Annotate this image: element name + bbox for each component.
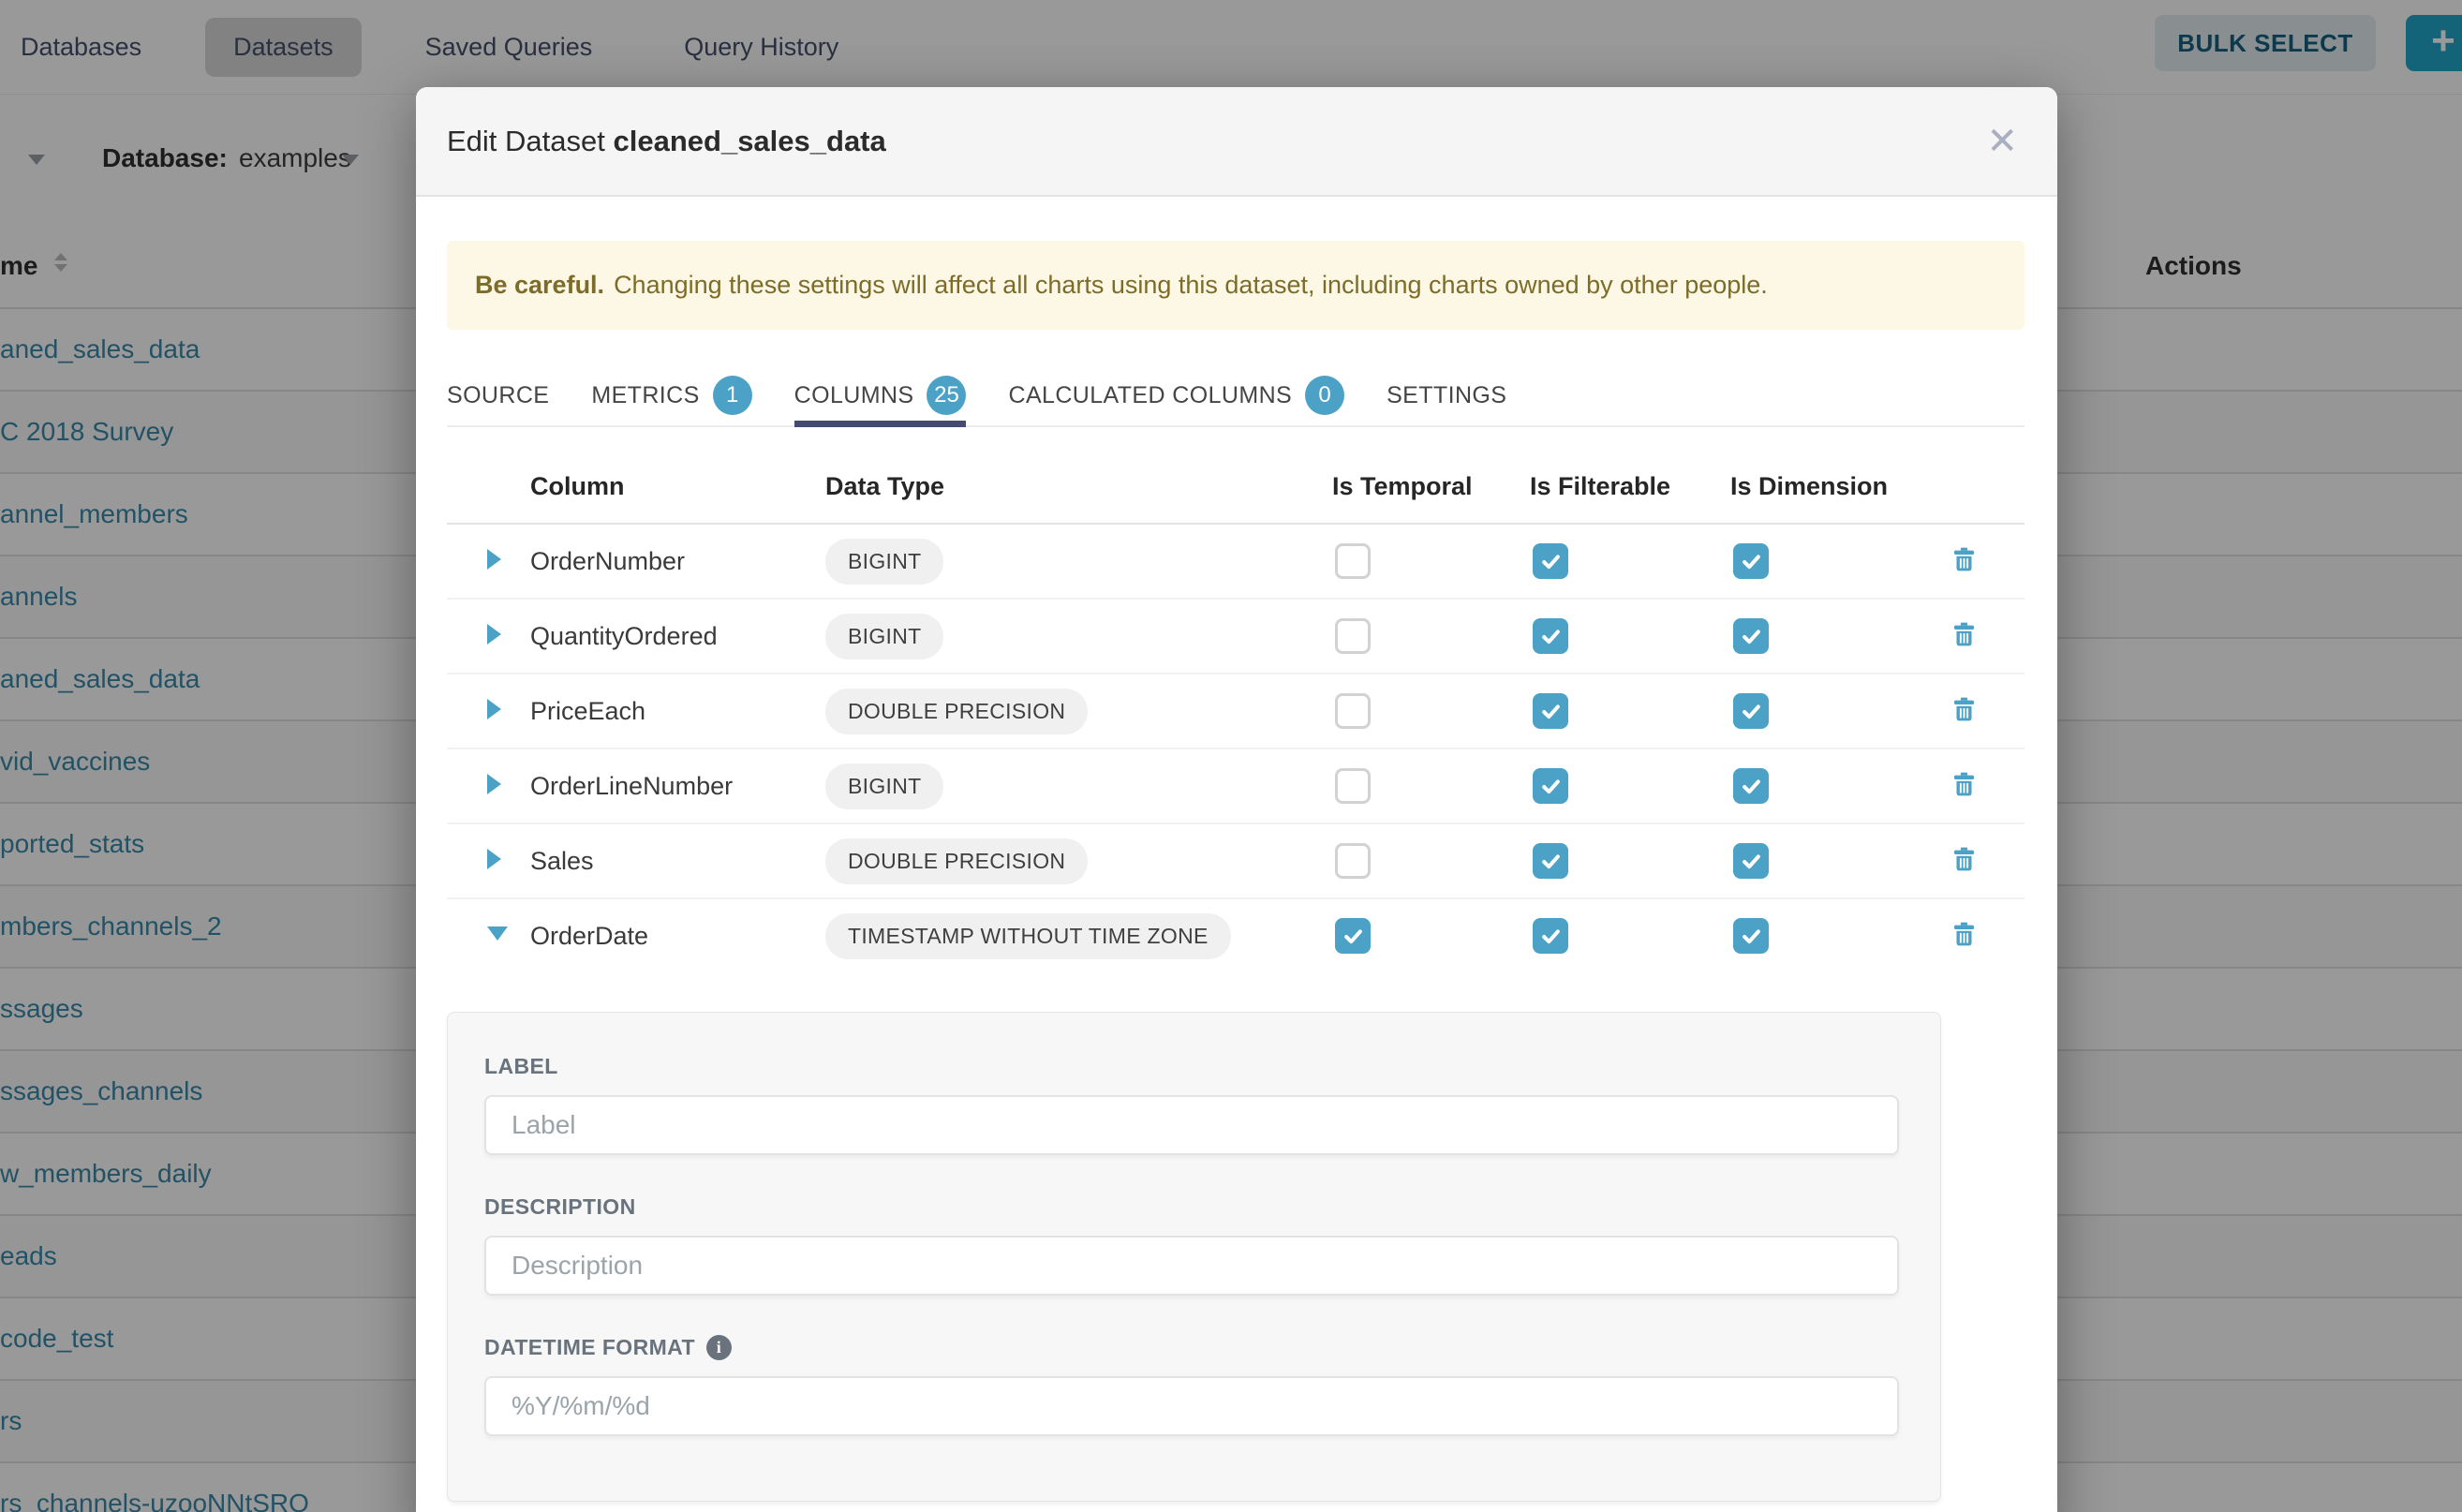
warning-banner: Be careful. Changing these settings will… [447, 241, 2024, 330]
data-type-pill: BIGINT [825, 539, 943, 585]
info-icon[interactable]: i [706, 1335, 732, 1360]
page: Databases Datasets Saved Queries Query H… [0, 0, 2462, 1512]
tab-label: CALCULATED COLUMNS [1008, 382, 1292, 409]
delete-column-button[interactable] [1931, 772, 2024, 801]
column-row: PriceEachDOUBLE PRECISION [447, 674, 2024, 749]
tab-columns[interactable]: COLUMNS 25 [794, 365, 967, 425]
delete-column-button[interactable] [1931, 922, 2024, 951]
trash-icon [1954, 772, 1974, 796]
is-dimension-checkbox[interactable] [1733, 768, 1769, 804]
tab-source[interactable]: SOURCE [447, 365, 549, 425]
modal-title-prefix: Edit Dataset [447, 125, 605, 157]
modal-title-dataset-name: cleaned_sales_data [614, 125, 886, 157]
is-filterable-checkbox[interactable] [1533, 543, 1568, 579]
data-type-pill: BIGINT [825, 763, 943, 809]
column-header: Column [530, 472, 825, 501]
modal-tabs: SOURCE METRICS 1 COLUMNS 25 CALCULATED C… [447, 365, 2024, 427]
datetime-format-input[interactable] [484, 1376, 1899, 1436]
tab-label: SOURCE [447, 382, 549, 409]
is-dimension-checkbox[interactable] [1733, 618, 1769, 654]
column-name: QuantityOrdered [530, 622, 825, 651]
collapse-caret-icon[interactable] [487, 926, 508, 941]
data-type-pill: DOUBLE PRECISION [825, 838, 1088, 884]
column-row: OrderNumberBIGINT [447, 525, 2024, 600]
datetime-format-field-label: DATETIME FORMAT i [484, 1335, 1899, 1360]
is-temporal-checkbox[interactable] [1335, 693, 1371, 729]
modal-title: Edit Dataset cleaned_sales_data [447, 125, 886, 158]
description-field-label: DESCRIPTION [484, 1194, 1899, 1220]
trash-icon [1954, 622, 1974, 646]
tab-label: COLUMNS [794, 382, 914, 409]
column-row: OrderDateTIMESTAMP WITHOUT TIME ZONE [447, 899, 2024, 972]
is-filterable-checkbox[interactable] [1533, 693, 1568, 729]
expand-caret-icon[interactable] [487, 699, 501, 719]
tab-settings[interactable]: SETTINGS [1387, 365, 1506, 425]
is-filterable-header: Is Filterable [1530, 472, 1730, 501]
is-temporal-header: Is Temporal [1332, 472, 1530, 501]
column-editor-panel: LABEL DESCRIPTION DATETIME FORMAT i [447, 1012, 1941, 1502]
warning-text: Changing these settings will affect all … [614, 271, 1768, 300]
column-name: PriceEach [530, 697, 825, 726]
expand-caret-icon[interactable] [487, 549, 501, 570]
is-filterable-checkbox[interactable] [1533, 918, 1568, 954]
is-dimension-checkbox[interactable] [1733, 918, 1769, 954]
label-field-label: LABEL [484, 1054, 1899, 1079]
edit-dataset-modal: Edit Dataset cleaned_sales_data ✕ Be car… [416, 87, 2057, 1512]
columns-table-header: Column Data Type Is Temporal Is Filterab… [447, 450, 2024, 525]
delete-column-button[interactable] [1931, 697, 2024, 726]
description-input[interactable] [484, 1236, 1899, 1296]
is-dimension-checkbox[interactable] [1733, 693, 1769, 729]
calculated-columns-count-badge: 0 [1305, 376, 1344, 415]
data-type-header: Data Type [825, 472, 1332, 501]
is-filterable-checkbox[interactable] [1533, 618, 1568, 654]
tab-calculated-columns[interactable]: CALCULATED COLUMNS 0 [1008, 365, 1344, 425]
data-type-pill: TIMESTAMP WITHOUT TIME ZONE [825, 913, 1231, 959]
column-row: QuantityOrderedBIGINT [447, 600, 2024, 674]
is-temporal-checkbox[interactable] [1335, 918, 1371, 954]
expand-caret-icon[interactable] [487, 774, 501, 794]
columns-count-badge: 25 [927, 376, 966, 415]
label-input[interactable] [484, 1095, 1899, 1155]
is-temporal-checkbox[interactable] [1335, 768, 1371, 804]
tab-metrics[interactable]: METRICS 1 [591, 365, 751, 425]
is-temporal-checkbox[interactable] [1335, 618, 1371, 654]
tab-label: SETTINGS [1387, 382, 1506, 409]
column-row: OrderLineNumberBIGINT [447, 749, 2024, 824]
delete-column-button[interactable] [1931, 547, 2024, 576]
warning-bold-text: Be careful. [475, 271, 604, 300]
column-row: SalesDOUBLE PRECISION [447, 824, 2024, 899]
is-dimension-checkbox[interactable] [1733, 843, 1769, 879]
column-name: OrderNumber [530, 547, 825, 576]
trash-icon [1954, 922, 1974, 946]
is-dimension-header: Is Dimension [1730, 472, 1931, 501]
data-type-pill: BIGINT [825, 614, 943, 660]
close-icon: ✕ [1986, 120, 2018, 163]
trash-icon [1954, 847, 1974, 871]
data-type-pill: DOUBLE PRECISION [825, 689, 1088, 734]
modal-header: Edit Dataset cleaned_sales_data ✕ [416, 87, 2057, 197]
delete-column-button[interactable] [1931, 622, 2024, 651]
columns-table: Column Data Type Is Temporal Is Filterab… [447, 450, 2024, 972]
column-name: Sales [530, 847, 825, 876]
trash-icon [1954, 547, 1974, 571]
modal-body: Be careful. Changing these settings will… [416, 241, 2057, 1502]
columns-table-body: OrderNumberBIGINTQuantityOrderedBIGINTPr… [447, 525, 2024, 972]
column-name: OrderDate [530, 922, 825, 951]
close-button[interactable]: ✕ [1975, 87, 2029, 195]
metrics-count-badge: 1 [713, 376, 752, 415]
is-temporal-checkbox[interactable] [1335, 843, 1371, 879]
delete-column-button[interactable] [1931, 847, 2024, 876]
trash-icon [1954, 697, 1974, 721]
column-name: OrderLineNumber [530, 772, 825, 801]
expand-caret-icon[interactable] [487, 624, 501, 645]
expand-caret-icon[interactable] [487, 849, 501, 869]
tab-label: METRICS [591, 382, 699, 409]
is-filterable-checkbox[interactable] [1533, 843, 1568, 879]
is-filterable-checkbox[interactable] [1533, 768, 1568, 804]
is-temporal-checkbox[interactable] [1335, 543, 1371, 579]
is-dimension-checkbox[interactable] [1733, 543, 1769, 579]
